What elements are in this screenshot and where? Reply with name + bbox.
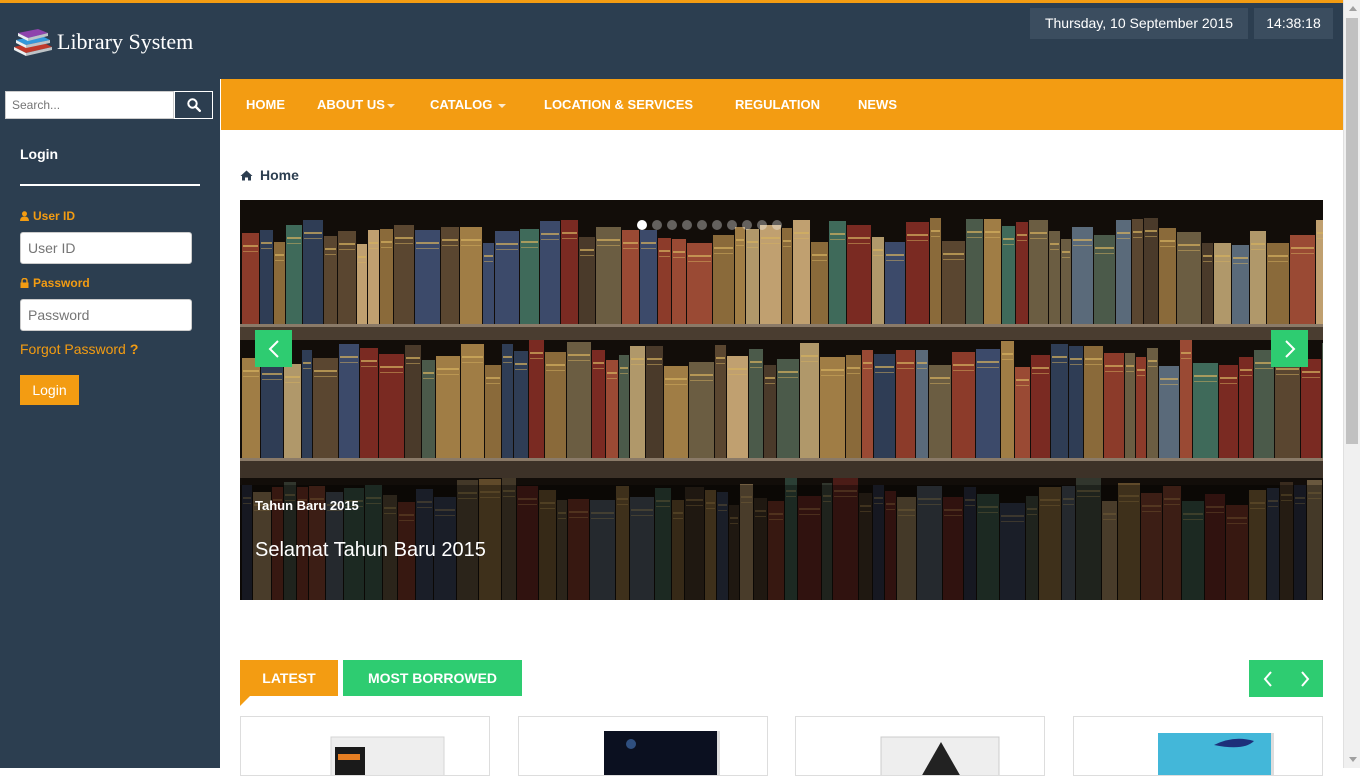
home-icon bbox=[240, 170, 253, 180]
breadcrumb-home[interactable]: Home bbox=[260, 167, 299, 183]
carousel-dot[interactable] bbox=[652, 220, 662, 230]
nav-about-us-label: ABOUT US bbox=[317, 97, 385, 112]
carousel-dot[interactable] bbox=[667, 220, 677, 230]
nav-regulation[interactable]: REGULATION bbox=[735, 79, 820, 130]
caret-down-icon bbox=[498, 103, 507, 108]
breadcrumb: Home bbox=[240, 167, 299, 183]
book-card[interactable] bbox=[240, 716, 490, 776]
book-list-prev-button[interactable] bbox=[1249, 660, 1286, 697]
time-display: 14:38:18 bbox=[1254, 8, 1333, 39]
carousel-dot[interactable] bbox=[757, 220, 767, 230]
book-list-pager bbox=[1249, 660, 1323, 697]
sidebar: Login User ID Password Forgot Password? … bbox=[0, 79, 220, 768]
nav-news[interactable]: NEWS bbox=[858, 79, 897, 130]
nav-catalog[interactable]: CATALOG bbox=[430, 79, 507, 130]
carousel-indicators bbox=[637, 220, 782, 230]
header: Library System Thursday, 10 September 20… bbox=[0, 3, 1343, 79]
main-nav: HOME ABOUT US CATALOG LOCATION & SERVICE… bbox=[220, 79, 1343, 130]
scrollbar-thumb[interactable] bbox=[1346, 18, 1358, 444]
login-button[interactable]: Login bbox=[20, 375, 79, 405]
nav-news-label: NEWS bbox=[858, 97, 897, 112]
user-id-label-text: User ID bbox=[33, 209, 76, 223]
nav-regulation-label: REGULATION bbox=[735, 97, 820, 112]
book-card[interactable] bbox=[795, 716, 1045, 776]
chevron-left-icon bbox=[1263, 670, 1272, 687]
nav-location-services-label: LOCATION & SERVICES bbox=[544, 97, 694, 112]
nav-home-label: HOME bbox=[246, 97, 285, 112]
hero-carousel: Tahun Baru 2015 Selamat Tahun Baru 2015 bbox=[240, 200, 1323, 600]
user-id-input[interactable] bbox=[20, 232, 192, 264]
carousel-dot[interactable] bbox=[637, 220, 647, 230]
forgot-password-text: Forgot Password bbox=[20, 341, 126, 357]
carousel-next-button[interactable] bbox=[1271, 330, 1308, 367]
date-display: Thursday, 10 September 2015 bbox=[1030, 8, 1248, 39]
logo[interactable]: Library System bbox=[10, 25, 193, 59]
search-input[interactable] bbox=[5, 91, 174, 119]
login-title: Login bbox=[20, 146, 59, 162]
carousel-dot[interactable] bbox=[727, 220, 737, 230]
forgot-password-link[interactable]: Forgot Password? bbox=[20, 341, 138, 357]
book-cover-image bbox=[330, 736, 445, 775]
nav-location-services[interactable]: LOCATION & SERVICES bbox=[544, 79, 693, 130]
search-icon bbox=[186, 98, 201, 112]
book-cover-image bbox=[880, 736, 1000, 775]
books-logo-icon bbox=[10, 25, 54, 59]
book-card[interactable] bbox=[518, 716, 768, 776]
carousel-dot[interactable] bbox=[772, 220, 782, 230]
nav-home[interactable]: HOME bbox=[246, 79, 285, 130]
lock-icon bbox=[20, 278, 29, 288]
user-icon bbox=[20, 211, 29, 221]
password-label-text: Password bbox=[33, 276, 90, 290]
book-card[interactable] bbox=[1073, 716, 1323, 776]
page-scrollbar[interactable] bbox=[1343, 0, 1360, 768]
tab-latest[interactable]: LATEST bbox=[240, 660, 338, 706]
slide-subtitle: Tahun Baru 2015 bbox=[255, 498, 359, 513]
nav-catalog-label: CATALOG bbox=[430, 97, 493, 112]
scroll-down-arrow-icon[interactable] bbox=[1344, 751, 1360, 768]
carousel-dot[interactable] bbox=[712, 220, 722, 230]
app-title: Library System bbox=[57, 29, 194, 54]
login-divider bbox=[20, 184, 200, 186]
carousel-dot[interactable] bbox=[742, 220, 752, 230]
scroll-up-arrow-icon[interactable] bbox=[1344, 0, 1360, 17]
caret-down-icon bbox=[386, 103, 395, 108]
password-label: Password bbox=[20, 276, 90, 290]
nav-about-us[interactable]: ABOUT US bbox=[317, 79, 395, 130]
chevron-right-icon bbox=[1300, 670, 1309, 687]
chevron-right-icon bbox=[1284, 339, 1295, 358]
slide-title: Selamat Tahun Baru 2015 bbox=[255, 539, 486, 561]
question-icon: ? bbox=[129, 341, 139, 357]
carousel-dot[interactable] bbox=[682, 220, 692, 230]
password-input[interactable] bbox=[20, 299, 192, 331]
carousel-dot[interactable] bbox=[697, 220, 707, 230]
user-id-label: User ID bbox=[20, 209, 75, 223]
book-cover-image bbox=[1158, 733, 1274, 775]
tab-most-borrowed[interactable]: MOST BORROWED bbox=[343, 660, 522, 696]
book-cover-image bbox=[604, 731, 720, 775]
book-list-next-button[interactable] bbox=[1286, 660, 1323, 697]
search-button[interactable] bbox=[174, 91, 213, 119]
chevron-left-icon bbox=[268, 339, 279, 358]
carousel-prev-button[interactable] bbox=[255, 330, 292, 367]
